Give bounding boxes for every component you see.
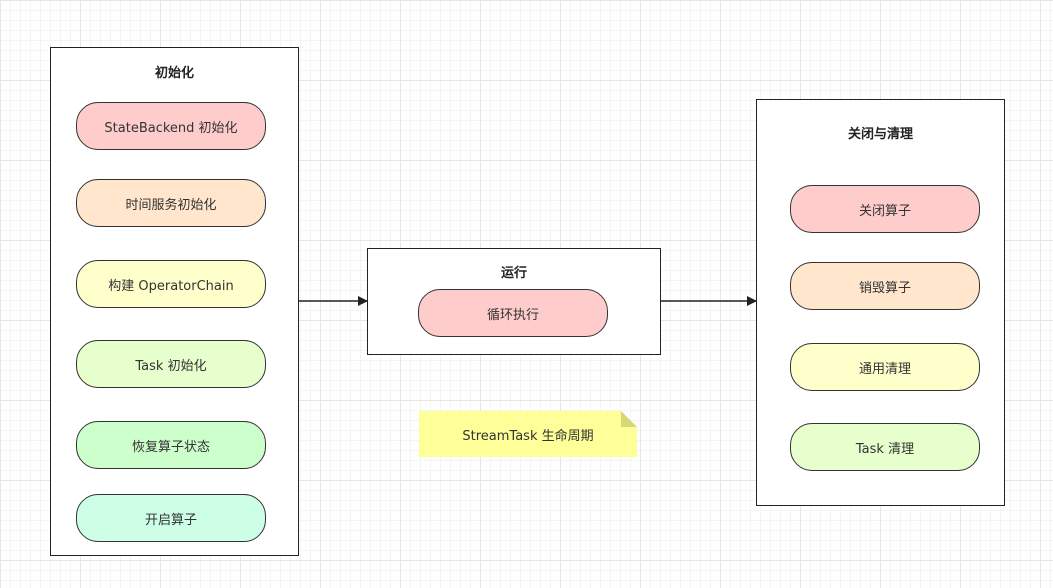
close-step-dispose-operator: 销毁算子 (790, 262, 980, 310)
init-group-title: 初始化 (154, 66, 194, 81)
close-step-common-cleanup: 通用清理 (790, 343, 980, 391)
close-step-task-cleanup: Task 清理 (790, 423, 980, 471)
close-group-title: 关闭与清理 (847, 127, 913, 142)
close-step-close-operator: 关闭算子 (790, 185, 980, 233)
init-step-state-backend: StateBackend 初始化 (76, 102, 266, 150)
init-step-operator-chain: 构建 OperatorChain (76, 260, 266, 308)
init-step-task-init: Task 初始化 (76, 340, 266, 388)
init-step-open-operator: 开启算子 (76, 494, 266, 542)
init-step-restore-state: 恢复算子状态 (76, 421, 266, 469)
run-group-title: 运行 (500, 266, 527, 281)
sticky-note-text: StreamTask 生命周期 (462, 428, 594, 444)
init-step-time-service: 时间服务初始化 (76, 179, 266, 227)
run-step-loop: 循环执行 (418, 289, 608, 337)
